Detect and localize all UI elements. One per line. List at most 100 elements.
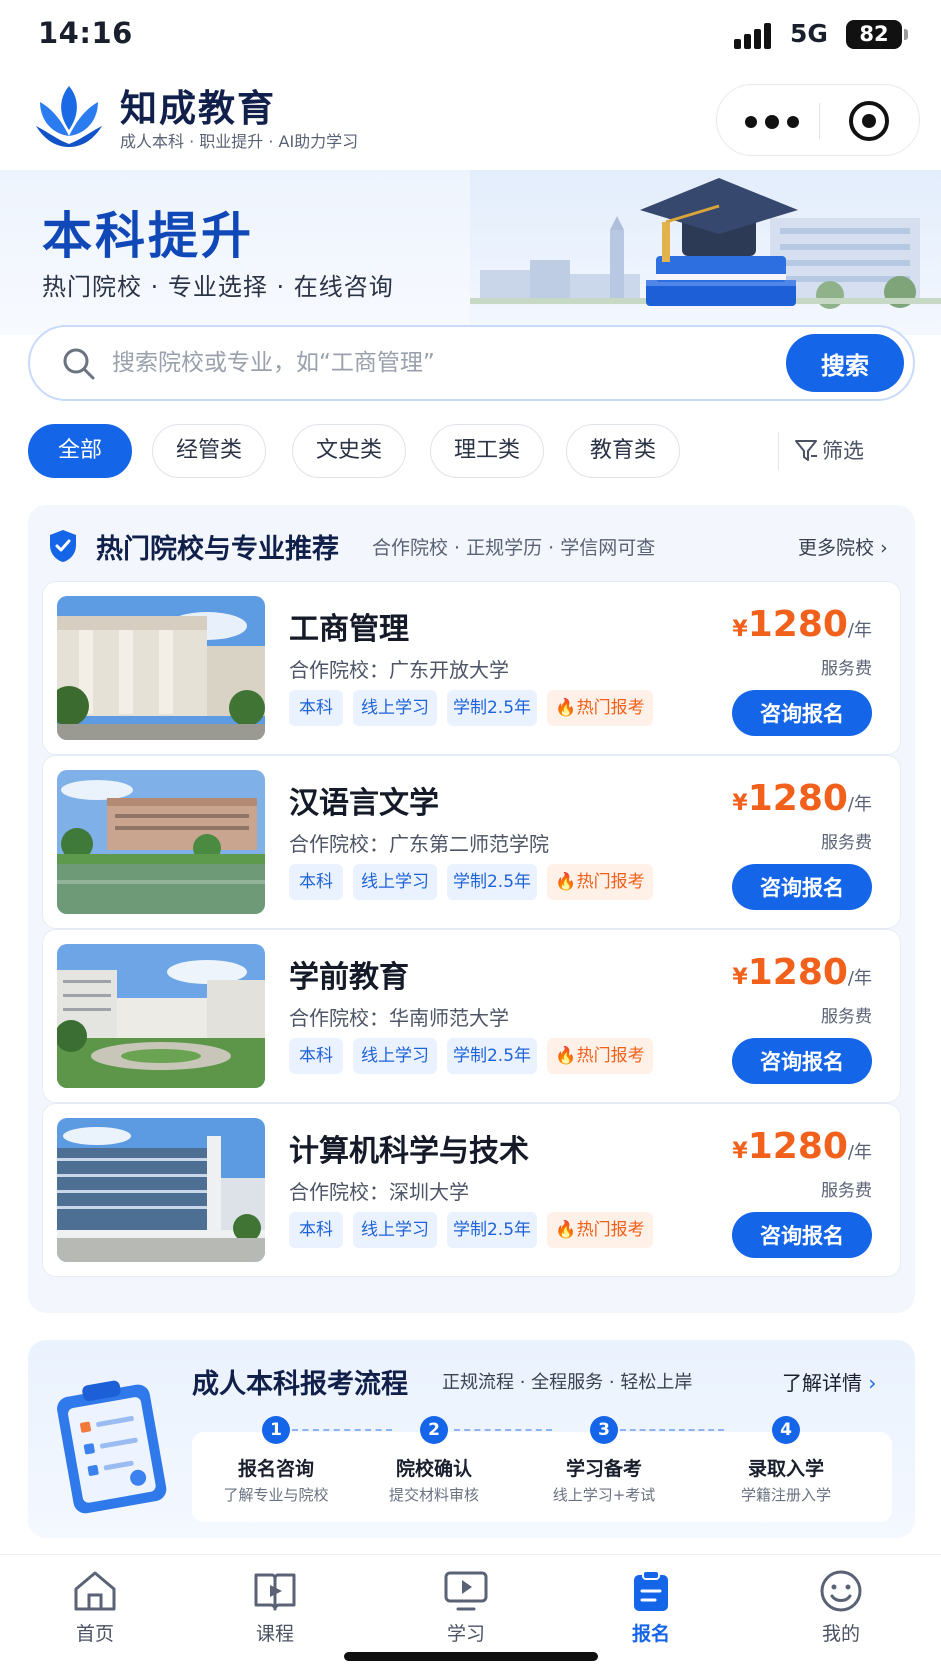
enrollment-process: 成人本科报考流程 正规流程 · 全程服务 · 轻松上岸 了解详情 › 1 报名咨… <box>28 1340 915 1538</box>
tab-label: 我的 <box>821 1623 860 1645</box>
filter-icon <box>795 440 817 461</box>
tab-signup[interactable]: 报名 <box>596 1569 706 1649</box>
fire-icon: 🔥 <box>555 698 577 718</box>
tag-hot-label: 热门报考 <box>576 698 645 718</box>
home-icon <box>74 1571 116 1611</box>
tag-duration: 学制2.5年 <box>447 1038 537 1074</box>
course-card-4[interactable]: 计算机科学与技术 合作院校：深圳大学 本科 线上学习 学制2.5年 🔥热门报考 … <box>42 1103 901 1277</box>
filter-label: 筛选 <box>822 439 864 463</box>
tag-hot: 🔥热门报考 <box>547 690 653 726</box>
price-unit: /年 <box>847 794 872 815</box>
tag-duration: 学制2.5年 <box>447 1212 537 1248</box>
clipboard-checklist-icon <box>57 1380 167 1514</box>
tab-profile[interactable]: 我的 <box>786 1569 896 1649</box>
tag-hot: 🔥热门报考 <box>547 1038 653 1074</box>
process-step-2: 2 院校确认 提交材料审核 <box>354 1416 514 1522</box>
tab-study[interactable]: 学习 <box>411 1569 521 1649</box>
category-tab-science[interactable]: 理工类 <box>430 424 544 478</box>
step-number: 1 <box>262 1416 290 1444</box>
chevron-right-icon: › <box>868 1371 877 1395</box>
price-value: 1280 <box>747 952 848 993</box>
tag-online: 线上学习 <box>353 864 437 900</box>
step-name: 报名咨询 <box>237 1458 314 1480</box>
tag-online: 线上学习 <box>353 1038 437 1074</box>
price-unit: /年 <box>847 620 872 641</box>
process-step-1: 1 报名咨询 了解专业与院校 <box>196 1416 356 1522</box>
partner-school: 合作院校：广东第二师范学院 <box>289 832 549 856</box>
category-tab-humanities[interactable]: 文史类 <box>292 424 406 478</box>
tab-courses[interactable]: 课程 <box>220 1569 330 1649</box>
price-unit: /年 <box>847 968 872 989</box>
smile-icon <box>820 1570 862 1612</box>
step-number: 2 <box>420 1416 448 1444</box>
tag-degree: 本科 <box>289 1038 343 1074</box>
book-play-icon <box>254 1573 296 1611</box>
recommend-title: 热门院校与专业推荐 <box>96 534 339 565</box>
fee-label: 服务费 <box>821 1181 872 1201</box>
clipboard-icon <box>634 1570 668 1611</box>
price-value: 1280 <box>747 778 848 819</box>
step-connector <box>292 1429 392 1431</box>
more-schools-label: 更多院校 <box>798 537 875 559</box>
campus-lake-photo <box>57 770 265 914</box>
fee-label: 服务费 <box>821 659 872 679</box>
fee-label: 服务费 <box>821 833 872 853</box>
currency: ¥ <box>732 617 748 642</box>
process-details-link[interactable]: 了解详情 › <box>782 1367 876 1396</box>
close-miniapp-icon[interactable] <box>849 101 889 141</box>
step-desc: 线上学习+考试 <box>552 1486 656 1504</box>
course-name: 计算机科学与技术 <box>289 1134 529 1169</box>
battery-icon: 82 <box>846 20 902 49</box>
miniapp-capsule <box>716 84 920 156</box>
lotus-logo-icon <box>36 86 102 147</box>
capsule-divider <box>819 103 820 139</box>
recommend-header: 热门院校与专业推荐 合作院校 · 正规学历 · 学信网可查 更多院校 › <box>28 505 915 581</box>
course-card-3[interactable]: 学前教育 合作院校：华南师范大学 本科 线上学习 学制2.5年 🔥热门报考 ¥1… <box>42 929 901 1103</box>
category-tab-economics[interactable]: 经管类 <box>152 424 266 478</box>
process-subtitle: 正规流程 · 全程服务 · 轻松上岸 <box>442 1372 693 1393</box>
tab-label: 报名 <box>631 1623 670 1645</box>
consult-signup-button[interactable]: 咨询报名 <box>732 864 872 910</box>
tag-duration: 学制2.5年 <box>447 690 537 726</box>
search-bar: 搜索 <box>28 325 915 401</box>
fire-icon: 🔥 <box>555 1046 577 1066</box>
consult-signup-button[interactable]: 咨询报名 <box>732 1038 872 1084</box>
banner-title: 本科提升 <box>42 207 254 265</box>
tag-online: 线上学习 <box>353 1212 437 1248</box>
search-input[interactable] <box>112 341 712 385</box>
price: ¥1280/年 <box>732 778 872 819</box>
category-tab-education[interactable]: 教育类 <box>566 424 680 478</box>
network-label: 5G <box>790 19 828 48</box>
tag-degree: 本科 <box>289 690 343 726</box>
step-desc: 了解专业与院校 <box>223 1486 329 1504</box>
campus-graduation-illustration <box>470 170 941 335</box>
step-name: 学习备考 <box>565 1458 642 1480</box>
search-button[interactable]: 搜索 <box>786 334 904 392</box>
screen-play-icon <box>444 1571 488 1611</box>
process-step-3: 3 学习备考 线上学习+考试 <box>524 1416 684 1522</box>
battery-cap <box>904 29 908 40</box>
course-card-2[interactable]: 汉语言文学 合作院校：广东第二师范学院 本科 线上学习 学制2.5年 🔥热门报考… <box>42 755 901 929</box>
more-schools-link[interactable]: 更多院校 › <box>798 533 888 560</box>
status-bar: 14:16 5G 82 <box>0 0 941 70</box>
tab-home[interactable]: 首页 <box>40 1569 150 1649</box>
tag-hot-label: 热门报考 <box>576 1220 645 1240</box>
category-tab-all[interactable]: 全部 <box>28 424 132 478</box>
step-connector <box>620 1429 724 1431</box>
course-card-1[interactable]: 工商管理 合作院校：广东开放大学 本科 线上学习 学制2.5年 🔥热门报考 ¥1… <box>42 581 901 755</box>
app-subtitle: 成人本科 · 职业提升 · AI助力学习 <box>120 132 359 151</box>
more-icon[interactable] <box>745 109 811 131</box>
consult-signup-button[interactable]: 咨询报名 <box>732 690 872 736</box>
category-tabs: 全部 经管类 文史类 理工类 教育类 筛选 <box>28 424 915 478</box>
consult-signup-button[interactable]: 咨询报名 <box>732 1212 872 1258</box>
step-name: 录取入学 <box>747 1458 824 1480</box>
course-name: 汉语言文学 <box>289 786 439 821</box>
price-value: 1280 <box>747 1126 848 1167</box>
filter-button[interactable]: 筛选 <box>795 424 864 478</box>
recommend-panel: 热门院校与专业推荐 合作院校 · 正规学历 · 学信网可查 更多院校 › 工商管… <box>28 505 915 1313</box>
tab-label: 课程 <box>255 1623 294 1645</box>
process-details-label: 了解详情 <box>782 1371 862 1395</box>
tag-hot: 🔥热门报考 <box>547 1212 653 1248</box>
price: ¥1280/年 <box>732 1126 872 1167</box>
hero-banner: 本科提升 热门院校 · 专业选择 · 在线咨询 <box>0 170 941 335</box>
